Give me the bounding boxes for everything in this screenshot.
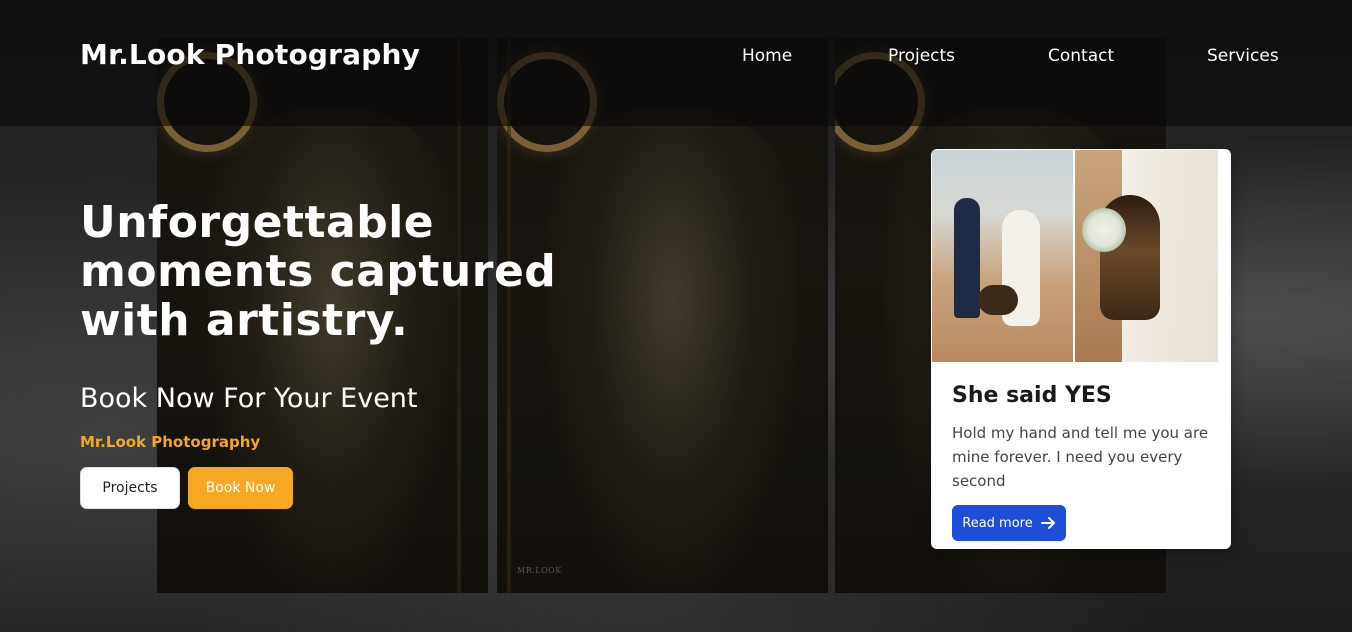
- brand-logo[interactable]: Mr.Look Photography: [80, 38, 420, 71]
- hero-subheadline: Book Now For Your Event: [80, 383, 418, 414]
- read-more-button[interactable]: Read more: [952, 505, 1066, 541]
- card-photo: [932, 150, 1218, 362]
- nav-projects[interactable]: Projects: [888, 46, 955, 66]
- read-more-label: Read more: [962, 515, 1033, 531]
- card-description: Hold my hand and tell me you are mine fo…: [952, 424, 1209, 490]
- card-title: She said YES: [952, 383, 1112, 408]
- hero-tagline: Mr.Look Photography: [80, 433, 261, 451]
- site-header: Mr.Look Photography Home Projects Contac…: [0, 0, 1352, 126]
- projects-button[interactable]: Projects: [80, 467, 180, 509]
- bouquet: [1082, 208, 1126, 252]
- groom-figure: [954, 198, 980, 318]
- nav-services[interactable]: Services: [1207, 46, 1279, 66]
- book-now-button[interactable]: Book Now: [188, 467, 293, 509]
- featured-story-card: She said YES Hold my hand and tell me yo…: [931, 149, 1231, 549]
- hero-headline: Unforgettable moments captured with arti…: [80, 197, 557, 346]
- nav-contact[interactable]: Contact: [1048, 46, 1114, 66]
- arrow-right-icon: [1040, 517, 1056, 529]
- hero-section: MR.LOOK Mr.Look Photography Home Project…: [0, 0, 1352, 632]
- nav-home[interactable]: Home: [742, 46, 792, 66]
- dog-figure: [978, 285, 1018, 315]
